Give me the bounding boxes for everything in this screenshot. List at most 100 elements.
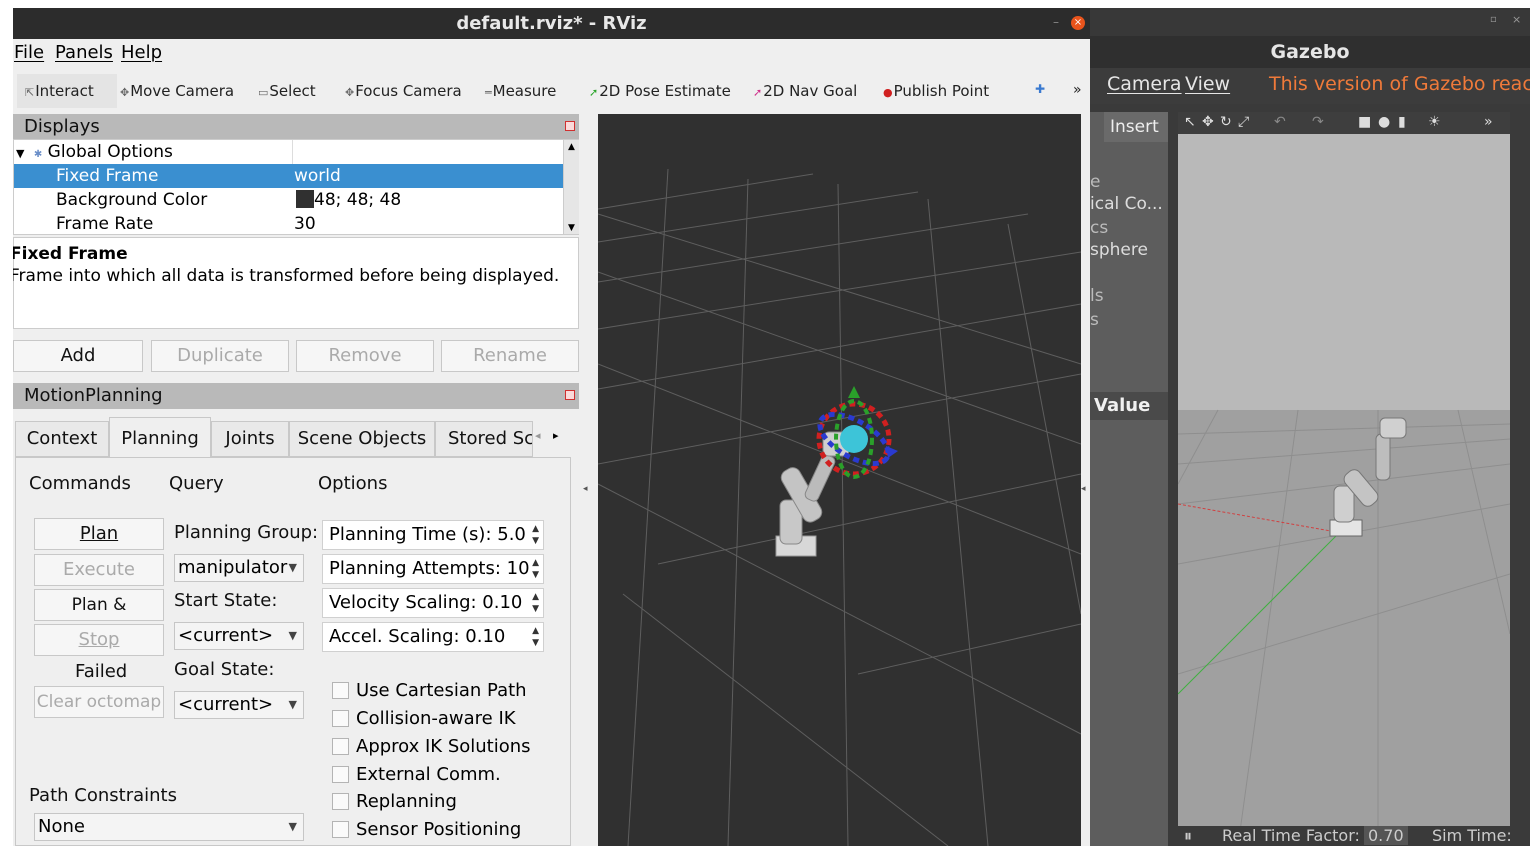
tool-measure[interactable]: ═Measure: [485, 82, 556, 100]
tool-focus-camera[interactable]: ✥Focus Camera: [345, 82, 462, 100]
close-icon[interactable]: ×: [1071, 16, 1085, 30]
tool-add-icon[interactable]: ✚: [1035, 82, 1045, 96]
approx-ik-checkbox[interactable]: Approx IK Solutions: [332, 736, 531, 757]
splitter-arrow-icon[interactable]: ◂: [583, 484, 588, 494]
tree-value[interactable]: 30: [294, 212, 316, 236]
tool-interact[interactable]: ⇱Interact: [17, 74, 117, 108]
menu-panels[interactable]: Panels: [55, 42, 113, 63]
tree-item[interactable]: sphere: [1090, 240, 1148, 260]
rotate-icon[interactable]: ↻: [1220, 114, 1232, 130]
add-button[interactable]: Add: [13, 340, 143, 372]
duplicate-button[interactable]: Duplicate: [151, 340, 289, 372]
checkbox-box[interactable]: [332, 766, 349, 783]
splitter-right[interactable]: ◂: [1081, 114, 1090, 846]
tree-item[interactable]: e: [1090, 172, 1100, 192]
scale-icon[interactable]: ⤢: [1238, 114, 1249, 130]
tab-stored-scenes[interactable]: Stored Sc: [435, 421, 533, 457]
menu-file[interactable]: File: [14, 42, 44, 63]
checkbox-box[interactable]: [332, 682, 349, 699]
sensor-positioning-checkbox[interactable]: Sensor Positioning: [332, 819, 521, 840]
menu-camera[interactable]: Camera: [1107, 73, 1182, 95]
toolbar-overflow-icon[interactable]: »: [1484, 114, 1493, 130]
tree-row-fixed-frame[interactable]: Fixed Frame world: [14, 164, 563, 188]
sphere-shape-icon[interactable]: ●: [1378, 114, 1390, 130]
panel-close-icon[interactable]: [565, 390, 575, 400]
tree-value[interactable]: world: [294, 164, 341, 188]
plan-button[interactable]: Plan: [34, 518, 164, 550]
insert-tab[interactable]: Insert: [1104, 112, 1168, 142]
planning-attempts-spinbox[interactable]: Planning Attempts: 10 ▲ ▼: [322, 554, 544, 584]
motionplanning-panel-header: MotionPlanning: [13, 383, 581, 409]
tool-2d-nav-goal[interactable]: ➚2D Nav Goal: [753, 82, 857, 100]
expand-arrow-icon[interactable]: ▼: [16, 147, 24, 160]
clear-octomap-button[interactable]: Clear octomap: [34, 686, 164, 718]
spin-arrows-icon[interactable]: ▲ ▼: [532, 591, 539, 615]
use-cartesian-path-checkbox[interactable]: Use Cartesian Path: [332, 680, 527, 701]
cylinder-shape-icon[interactable]: ▮: [1398, 114, 1406, 130]
panel-close-icon[interactable]: [565, 121, 575, 131]
path-constraints-select[interactable]: None ▼: [34, 813, 304, 841]
translate-icon[interactable]: ✥: [1202, 114, 1214, 130]
start-state-select[interactable]: <current> ▼: [174, 622, 304, 650]
redo-icon[interactable]: ↷: [1312, 114, 1324, 130]
scroll-down-icon[interactable]: ▼: [564, 223, 579, 233]
description-box: Fixed Frame Frame into which all data is…: [13, 237, 579, 329]
tool-move-camera[interactable]: ✥Move Camera: [120, 82, 234, 100]
goal-state-select[interactable]: <current> ▼: [174, 691, 304, 719]
sun-light-icon[interactable]: ☀: [1428, 114, 1441, 130]
external-comm-checkbox[interactable]: External Comm.: [332, 764, 501, 785]
tab-scroll-left-icon[interactable]: ◂: [535, 429, 541, 442]
execute-button[interactable]: Execute: [34, 554, 164, 586]
box-shape-icon[interactable]: ■: [1358, 114, 1371, 130]
tree-item[interactable]: ls: [1090, 286, 1104, 306]
tree-scrollbar[interactable]: ▲ ▼: [563, 140, 579, 234]
select-box-icon: ▭: [258, 86, 269, 99]
planning-group-select[interactable]: manipulator ▼: [174, 554, 304, 582]
tree-row-frame-rate[interactable]: Frame Rate 30: [14, 212, 563, 236]
tool-2d-pose-estimate[interactable]: ➚2D Pose Estimate: [589, 82, 731, 100]
tab-context[interactable]: Context: [15, 421, 109, 457]
accel-scaling-spinbox[interactable]: Accel. Scaling: 0.10 ▲ ▼: [322, 622, 544, 652]
toolbar-overflow-icon[interactable]: »: [1073, 82, 1082, 98]
tree-value[interactable]: 48; 48; 48: [296, 188, 401, 212]
gazebo-3d-scene[interactable]: [1177, 134, 1511, 846]
planning-time-spinbox[interactable]: Planning Time (s): 5.0 ▲ ▼: [322, 520, 544, 550]
close-icon[interactable]: ×: [1512, 13, 1521, 26]
tab-planning[interactable]: Planning: [109, 417, 211, 459]
tree-row-global-options[interactable]: ▼ ✱ Global Options: [14, 140, 563, 164]
splitter-left[interactable]: ◂: [579, 114, 598, 846]
collision-aware-ik-checkbox[interactable]: Collision-aware IK: [332, 708, 516, 729]
tree-item[interactable]: s: [1090, 310, 1099, 330]
tree-row-background-color[interactable]: Background Color 48; 48; 48: [14, 188, 563, 212]
tab-joints[interactable]: Joints: [211, 421, 289, 457]
spin-arrows-icon[interactable]: ▲ ▼: [532, 523, 539, 547]
remove-button[interactable]: Remove: [296, 340, 434, 372]
splitter-arrow-icon[interactable]: ◂: [1081, 484, 1086, 494]
scroll-up-icon[interactable]: ▲: [564, 142, 579, 152]
pause-icon[interactable]: ⏸: [1184, 826, 1192, 846]
checkbox-box[interactable]: [332, 710, 349, 727]
rviz-3d-viewport[interactable]: [597, 114, 1082, 846]
tool-select[interactable]: ▭Select: [258, 82, 316, 100]
tool-publish-point[interactable]: ●Publish Point: [883, 82, 989, 100]
plan-execute-button[interactable]: Plan & Execute: [34, 589, 164, 645]
undo-icon[interactable]: ↶: [1274, 114, 1286, 130]
tab-scroll-right-icon[interactable]: ▸: [553, 429, 559, 442]
tree-item[interactable]: cs: [1090, 218, 1108, 238]
rename-button[interactable]: Rename: [441, 340, 579, 372]
restore-icon[interactable]: ▫: [1490, 14, 1497, 25]
tab-scene-objects[interactable]: Scene Objects: [289, 421, 435, 457]
menu-view[interactable]: View: [1185, 73, 1230, 95]
stop-button[interactable]: Stop: [34, 624, 164, 656]
select-mode-icon[interactable]: ↖: [1184, 114, 1196, 130]
velocity-scaling-spinbox[interactable]: Velocity Scaling: 0.10 ▲ ▼: [322, 588, 544, 618]
spin-arrows-icon[interactable]: ▲ ▼: [532, 557, 539, 581]
replanning-checkbox[interactable]: Replanning: [332, 791, 457, 812]
checkbox-box[interactable]: [332, 793, 349, 810]
checkbox-box[interactable]: [332, 821, 349, 838]
menu-help[interactable]: Help: [121, 42, 162, 63]
spin-arrows-icon[interactable]: ▲ ▼: [532, 625, 539, 649]
tree-item[interactable]: ical Co...: [1090, 194, 1163, 214]
minimize-icon[interactable]: –: [1053, 15, 1059, 29]
checkbox-box[interactable]: [332, 738, 349, 755]
